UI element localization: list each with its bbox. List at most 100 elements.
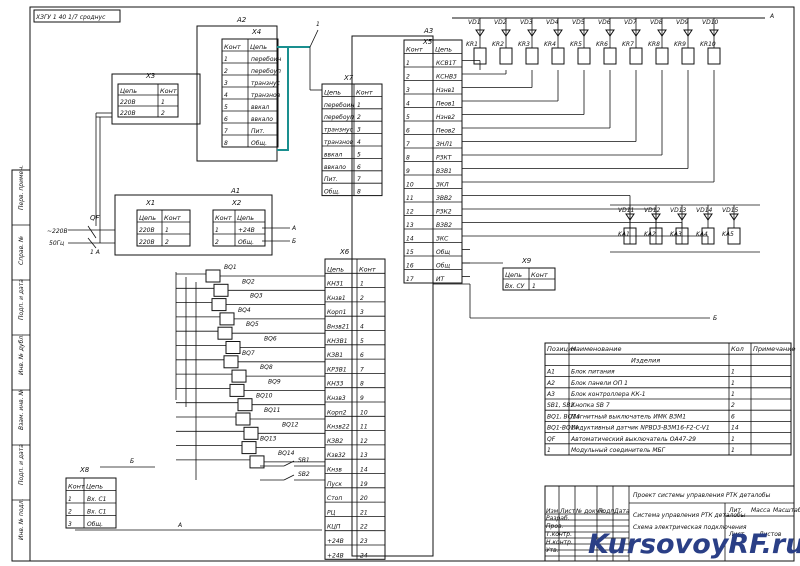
button-label: SB1 [298, 457, 310, 464]
x4-cell: перебоуп [251, 68, 281, 75]
title-role-label: Т.контр. [546, 531, 572, 538]
x8-connector: X8 Конт Цепь 1 Вх. С1 2 Вх. С1 3 Общ. [65, 466, 117, 529]
relay-coil-label: KA4 [696, 231, 708, 238]
x8-cell: Вх. С1 [87, 509, 107, 516]
x6-cell: КЗВ2 [327, 438, 343, 445]
bus-b-right: Б [713, 315, 717, 322]
x7-cell: 8 [357, 189, 361, 196]
x5-cell: 2 [406, 74, 410, 81]
x6-cell: 19 [360, 481, 368, 488]
x2-cell: 1 [215, 227, 219, 234]
a1-title: A1 [230, 187, 240, 195]
x3-cell: 220В [120, 110, 136, 117]
sensor-array: BQ1 BQ2 BQ3 BQ4 BQ5 BQ6 BQ7 BQ8 BQ9 BQ10 BQ11BQ12 B… [176, 264, 325, 469]
relay-diode-label: VD5 [572, 19, 585, 26]
spec-cell: 6 [731, 413, 735, 420]
title-role-label: Пров. [546, 523, 564, 530]
x5-connector: X5Конт Цепь 1 КСВ1Т 2 КСНВ3 3 Нзнв1 4 Пеов1 5 Нзнв2… [403, 38, 463, 284]
sensor-icon [211, 298, 227, 312]
x1-cell: 220В [139, 239, 155, 246]
relay-coil-label: KA5 [722, 231, 734, 238]
x4-header-1: Конт [224, 43, 241, 51]
supply-voltage: ~220В [47, 228, 68, 235]
relay-coil-icon [655, 47, 669, 65]
spec-cell: A3 [546, 391, 555, 398]
spec-cell: Автоматический выключатель ОА47-29 [570, 436, 696, 443]
spec-header: Наименование [571, 345, 622, 353]
relay-coil-label: KR10 [700, 41, 716, 48]
relay-coil-label: KR3 [518, 41, 530, 48]
x6-cell: 9 [360, 395, 364, 402]
relay-coil-icon [551, 47, 565, 65]
x6-connector: X6Цепь КонтКНЗ1 1Кнзв1 2Корп1 3Внзв21 4КНЗВ1 5… [324, 248, 386, 560]
relay-coil-label: KR7 [622, 41, 634, 48]
qf-rating: 1 А [90, 249, 100, 256]
x4-connector: X4 Конт Цепь 1 перебоин 2 перебоуп 3 транзнус 4 тр… [221, 28, 281, 148]
title-role-label: Н.контр. [546, 539, 573, 546]
x5-cell: РЗК2 [436, 209, 452, 216]
x5-cell: 14 [406, 236, 414, 243]
x1-connector: X1 Цепь Конт 220В 1 220В 2 [136, 199, 191, 247]
x5-cell: 9 [406, 168, 410, 175]
sensor-label: BQ11 [264, 407, 280, 414]
relay-diode-label: VD8 [650, 19, 663, 26]
spec-cell: 1 [731, 369, 735, 376]
x6-header-2: Конт [359, 265, 376, 273]
x6-cell: 6 [360, 352, 364, 359]
title-main: Проект системы управления РТК деталобы [633, 492, 771, 499]
relay-coil-label: KR1 [466, 41, 478, 48]
title-lit-label: Лит. [728, 507, 743, 514]
x6-cell: Кзв32 [327, 452, 346, 459]
spec-cell: Блок питания [571, 369, 615, 376]
x5-cell: Нзнв1 [436, 87, 455, 94]
x5-cell: ВЗВ2 [436, 222, 452, 229]
x4-x7-cable: 1 [277, 21, 322, 151]
x5-cell: 5 [406, 114, 410, 121]
x6-cell: +24В [327, 538, 344, 545]
spec-cell: A1 [546, 369, 555, 376]
x4-header-2: Цепь [250, 43, 267, 51]
x9-cell: 1 [532, 283, 536, 290]
bus-a-left: А [177, 522, 182, 529]
relay-coil-icon [525, 47, 539, 65]
x5-cell: 13 [406, 222, 414, 229]
x7-header-2: Конт [356, 88, 373, 96]
x7-cell: 2 [357, 114, 361, 121]
x8-cell: Вх. С1 [87, 496, 107, 503]
x4-cell: Пит. [251, 128, 265, 135]
x7-cell: 6 [357, 164, 361, 171]
spec-cell: Индуктивный датчик NPBD3-ВЗМ16-F2-C-V1 [571, 425, 710, 432]
x6-cell: Стоп [327, 495, 342, 502]
spec-cell: Блок панели ОП 1 [571, 380, 628, 387]
x4-cell: 1 [224, 56, 228, 63]
x5-cell: ИТ [436, 276, 445, 283]
relay-diode-label: VD14 [696, 207, 713, 214]
side-stamps: Инв. № подл. Подп. и дата Взам. инв. № Инв.… [12, 165, 30, 540]
qf-label: QF [90, 214, 101, 222]
spec-cell: Модульный соединитель МБГ [571, 447, 666, 454]
x2-bus-b: Б [292, 238, 296, 245]
x8-title: X8 [79, 466, 90, 474]
drawing-frame [29, 6, 795, 562]
x4-cell: 4 [224, 92, 228, 99]
x6-cell: 2 [360, 295, 364, 302]
relay-coil-label: KR8 [648, 41, 660, 48]
sensor-icon [231, 369, 247, 383]
spec-cell: Кнопка SB 7 [571, 402, 610, 409]
x6-cell: 8 [360, 381, 364, 388]
x8-header-1: Конт [68, 483, 85, 491]
side-stamp-label: Взам. инв. № [18, 389, 25, 430]
x5-cell: ЗВВ2 [436, 195, 452, 202]
x9-title: X9 [521, 257, 532, 265]
x7-cell: транзнус [324, 127, 354, 134]
title-role-label: Утв. [546, 547, 559, 554]
sensor-label: BQ10 [256, 393, 273, 400]
schematic-canvas: Инв. № подл. Подп. и дата Взам. инв. № Инв.… [11, 6, 800, 562]
sensor-label: BQ8 [260, 364, 273, 371]
x7-cell: Пит. [324, 176, 338, 183]
sensor-icon [243, 426, 259, 440]
x6-cell: Пуск [327, 481, 342, 488]
x3-header-1: Цепь [120, 87, 137, 95]
x2-connector: X2 Конт Цепь 1 +24В 2 Общ. [212, 199, 266, 247]
a3-title: A3 [423, 27, 433, 35]
